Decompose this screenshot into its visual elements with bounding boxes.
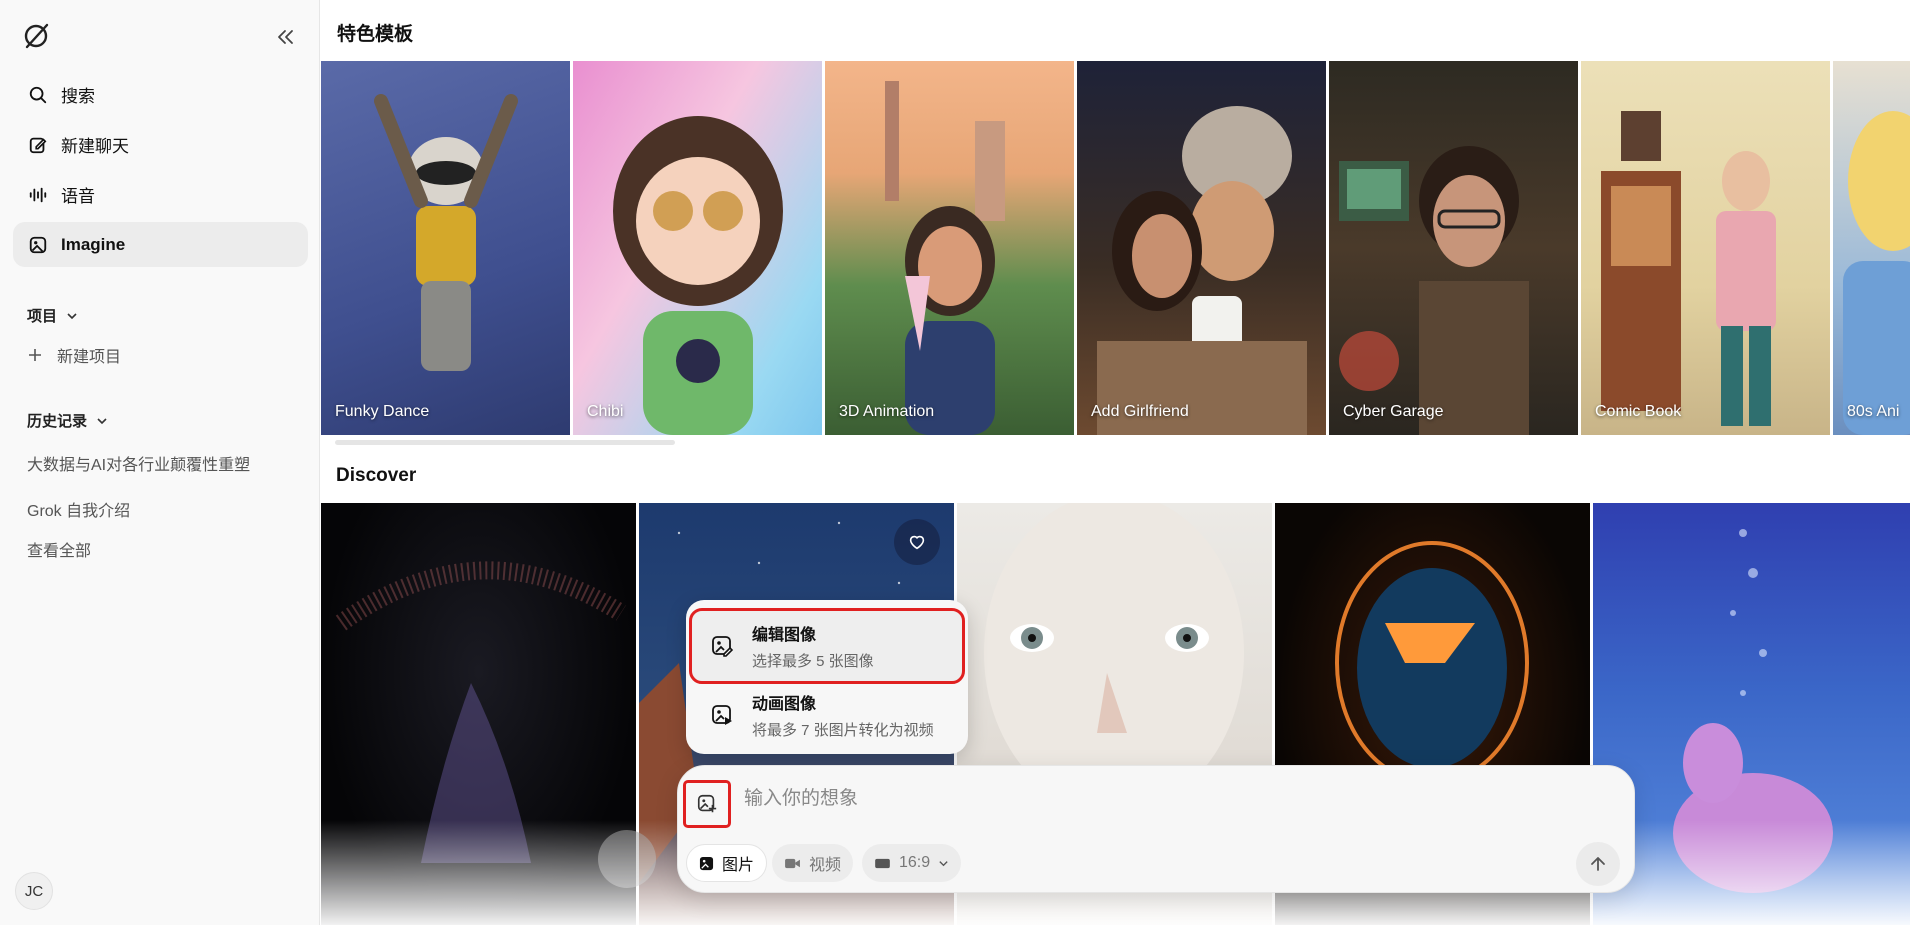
template-card-comic-book[interactable]: Comic Book	[1581, 61, 1830, 435]
voice-waveform-icon	[27, 184, 49, 206]
nav-search-label: 搜索	[61, 87, 95, 106]
nav-new-chat-label: 新建聊天	[61, 137, 129, 156]
template-thumbnail	[1339, 146, 1529, 435]
view-all-history-link[interactable]: 查看全部	[27, 537, 91, 561]
chevron-down-icon	[939, 860, 948, 866]
menu-item-animate-image[interactable]: 动画图像 将最多 7 张图片转化为视频	[692, 680, 962, 750]
grok-logo-icon[interactable]	[20, 20, 52, 52]
template-card-add-girlfriend[interactable]: Add Girlfriend	[1077, 61, 1326, 435]
template-label: Chibi	[587, 403, 624, 420]
carousel-scrollbar[interactable]	[335, 440, 675, 445]
template-thumbnail	[1601, 111, 1776, 426]
history-item[interactable]: Grok 自我介绍	[27, 497, 130, 521]
prompt-input[interactable]	[744, 788, 1544, 810]
discover-title: Discover	[336, 465, 417, 486]
template-thumbnail	[1097, 106, 1307, 435]
template-card-funky-dance[interactable]: Funky Dance	[321, 61, 570, 435]
template-thumbnail	[885, 81, 1005, 435]
aspect-ratio-icon	[875, 858, 890, 868]
menu-item-title: 编辑图像	[752, 627, 817, 644]
aspect-ratio-select[interactable]: 16:9	[862, 844, 962, 882]
template-label: Cyber Garage	[1343, 403, 1444, 420]
image-add-icon	[697, 794, 717, 813]
image-icon	[699, 856, 714, 870]
history-item[interactable]: 大数据与AI对各行业颠覆性重塑	[27, 451, 250, 475]
template-card-cyber-garage[interactable]: Cyber Garage	[1329, 61, 1578, 435]
template-card-chibi[interactable]: Chibi	[573, 61, 822, 435]
nav-voice-label: 语音	[61, 187, 95, 206]
templates-carousel: Funky Dance Chibi 3D Animation Add Girlf…	[321, 61, 1910, 435]
video-camera-icon	[785, 858, 800, 868]
new-project-label: 新建项目	[57, 349, 122, 366]
template-thumbnail	[613, 116, 783, 435]
nav-imagine[interactable]: Imagine	[13, 222, 308, 267]
upload-options-menu: 编辑图像 选择最多 5 张图像 动画图像 将最多 7 张图片转化为视频	[686, 600, 968, 754]
prompt-composer: 图片 视频 16:9	[677, 765, 1635, 893]
plus-icon	[29, 349, 41, 361]
menu-item-subtitle: 将最多 7 张图片转化为视频	[752, 722, 934, 739]
image-animate-icon	[712, 705, 732, 725]
like-button[interactable]	[894, 519, 940, 565]
template-label: 80s Ani	[1847, 403, 1900, 420]
template-thumbnail	[1843, 111, 1910, 435]
template-label: Add Girlfriend	[1091, 403, 1189, 420]
menu-item-edit-image[interactable]: 编辑图像 选择最多 5 张图像	[689, 608, 965, 684]
templates-title: 特色模板	[337, 24, 414, 45]
mode-image-label: 图片	[722, 857, 755, 874]
nav-imagine-label: Imagine	[61, 234, 126, 254]
new-project-button[interactable]: 新建项目	[27, 343, 121, 367]
imagine-icon	[27, 234, 49, 256]
template-card-80s-anime[interactable]: 80s Ani	[1833, 61, 1910, 435]
template-card-3d-animation[interactable]: 3D Animation	[825, 61, 1074, 435]
chevron-down-icon	[97, 417, 107, 424]
collapse-sidebar-icon[interactable]	[274, 26, 296, 48]
history-label: 历史记录	[27, 413, 88, 430]
nav-new-chat[interactable]: 新建聊天	[13, 122, 308, 167]
attach-image-button[interactable]	[683, 780, 731, 828]
main-content: 特色模板 Funky Dance Chibi 3D Animation Add …	[321, 0, 1910, 925]
send-button[interactable]	[1576, 842, 1620, 886]
menu-item-subtitle: 选择最多 5 张图像	[752, 653, 874, 670]
mode-image-toggle[interactable]: 图片	[686, 844, 768, 882]
projects-section-toggle[interactable]: 项目	[27, 305, 79, 326]
app-window: 搜索 新建聊天 语音 Imagine 项目 新建项目 历史记录 大数据与AI对各…	[0, 0, 1910, 925]
edit-icon	[27, 134, 49, 156]
template-label: 3D Animation	[839, 403, 935, 420]
menu-item-title: 动画图像	[752, 696, 817, 713]
nav-voice[interactable]: 语音	[13, 172, 308, 217]
heart-icon	[909, 535, 925, 550]
image-edit-icon	[712, 636, 734, 657]
aspect-ratio-value: 16:9	[899, 854, 931, 871]
mode-video-label: 视频	[809, 857, 842, 874]
nav-search[interactable]: 搜索	[13, 72, 308, 117]
sidebar: 搜索 新建聊天 语音 Imagine 项目 新建项目 历史记录 大数据与AI对各…	[0, 0, 320, 925]
projects-label: 项目	[27, 308, 58, 325]
template-label: Funky Dance	[335, 403, 430, 420]
template-label: Comic Book	[1595, 403, 1682, 420]
history-section-toggle[interactable]: 历史记录	[27, 410, 109, 431]
search-icon	[27, 84, 49, 106]
template-thumbnail	[374, 94, 518, 371]
mode-video-toggle[interactable]: 视频	[772, 844, 854, 882]
chevron-down-icon	[67, 312, 77, 319]
arrow-up-icon	[1591, 857, 1605, 871]
user-avatar[interactable]: JC	[15, 872, 53, 910]
